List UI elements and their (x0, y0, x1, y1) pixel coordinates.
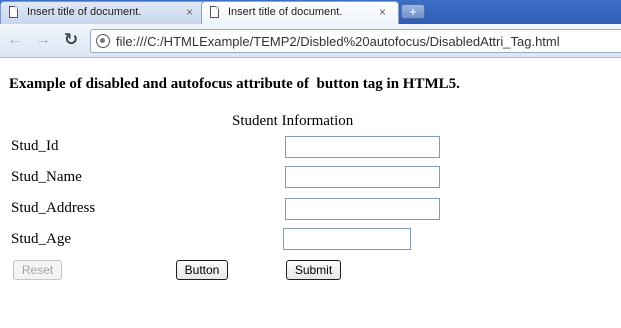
stud-id-input[interactable] (285, 136, 440, 158)
browser-tab-2[interactable]: Insert title of document. × (201, 1, 399, 24)
tab-strip: Insert title of document. × Insert title… (0, 0, 621, 24)
stud-age-input[interactable] (283, 228, 411, 250)
browser-tab-1[interactable]: Insert title of document. × (0, 1, 206, 24)
stud-name-label: Stud_Name (11, 169, 82, 185)
stud-age-label: Stud_Age (11, 231, 71, 247)
tab-title: Insert title of document. (228, 6, 343, 18)
document-icon (9, 6, 18, 18)
close-icon[interactable]: × (186, 5, 193, 19)
tab-title: Insert title of document. (27, 6, 142, 18)
stud-id-label: Stud_Id (11, 138, 59, 154)
browser-toolbar: ← → ↻ file:///C:/HTMLExample/TEMP2/Disbl… (0, 24, 621, 58)
url-text[interactable]: file:///C:/HTMLExample/TEMP2/Disbled%20a… (116, 34, 560, 49)
stud-name-input[interactable] (285, 166, 440, 188)
form-caption: Student Information (232, 113, 354, 129)
stud-address-label: Stud_Address (11, 200, 96, 216)
page-heading: Example of disabled and autofocus attrib… (9, 76, 460, 92)
generic-button[interactable]: Button (176, 260, 228, 280)
address-bar[interactable]: file:///C:/HTMLExample/TEMP2/Disbled%20a… (90, 29, 621, 53)
close-icon[interactable]: × (379, 5, 386, 19)
document-icon (210, 6, 219, 18)
submit-button[interactable]: Submit (286, 260, 341, 280)
stud-address-input[interactable] (285, 198, 440, 220)
forward-arrow-icon[interactable]: → (34, 31, 52, 49)
new-tab-button[interactable]: + (401, 4, 425, 19)
page-info-icon[interactable] (96, 34, 110, 48)
back-arrow-icon[interactable]: ← (6, 31, 24, 49)
reload-icon[interactable]: ↻ (62, 31, 80, 49)
page-content: Example of disabled and autofocus attrib… (0, 58, 621, 328)
reset-button: Reset (13, 260, 62, 280)
